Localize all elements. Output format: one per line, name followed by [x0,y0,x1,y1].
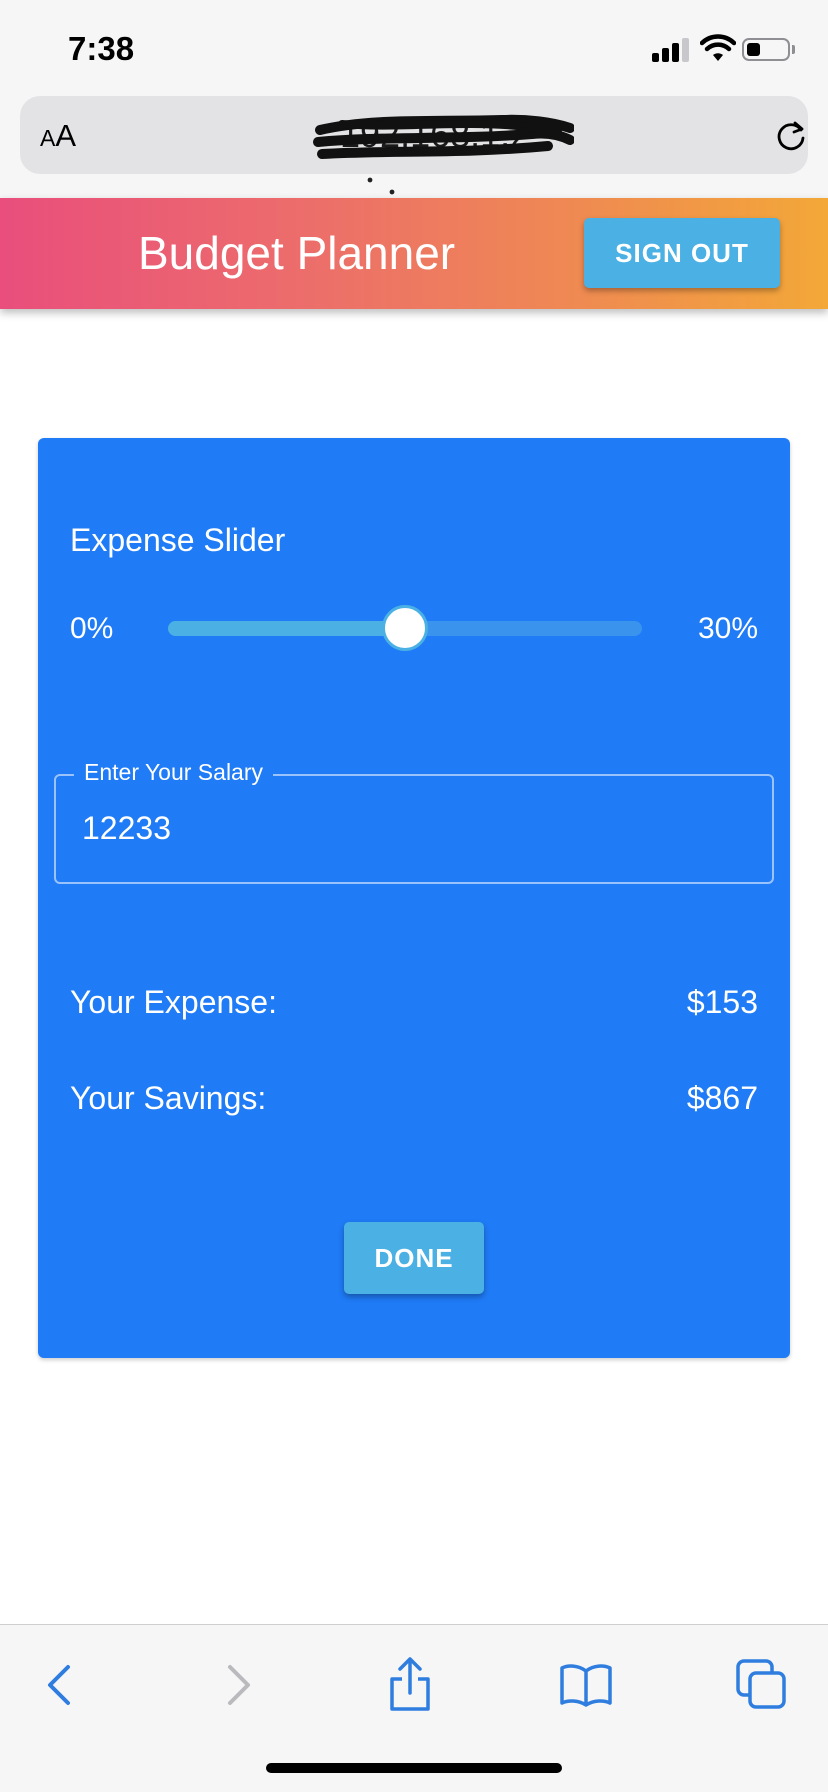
slider-max-label: 30% [697,612,758,645]
salary-input[interactable]: Enter Your Salary 12233 [54,759,774,884]
home-indicator [266,1763,562,1773]
cellular-signal-icon [652,38,690,62]
battery-icon [742,38,790,61]
expense-slider[interactable] [168,605,642,651]
done-button[interactable]: DONE [344,1222,484,1294]
browser-toolbar [0,1624,828,1792]
slider-thumb[interactable] [382,605,428,651]
share-icon[interactable] [380,1655,440,1715]
salary-input-label: Enter Your Salary [74,759,274,786]
reload-icon[interactable] [773,118,809,154]
savings-value: $867 [686,1080,758,1116]
savings-label: Your Savings: [70,1080,267,1116]
tabs-icon[interactable] [732,1655,792,1715]
text-size-button[interactable]: AA [40,118,76,154]
status-bar: 7:38 [0,0,828,96]
expense-slider-label: Expense Slider [70,522,286,558]
status-time: 7:38 [68,30,135,67]
forward-icon [228,1665,250,1705]
expense-value: $153 [686,984,758,1020]
browser-url-area: AA 192.168.1.2 [0,96,828,198]
sign-out-button[interactable]: SIGN OUT [584,218,780,288]
page-dots-indicator [367,177,395,195]
expense-label: Your Expense: [70,984,277,1020]
budget-card: Expense Slider 0% 30% Enter Your Salary … [38,438,790,1358]
address-bar[interactable]: AA 192.168.1.2 [20,96,808,174]
salary-input-value[interactable]: 12233 [82,810,171,847]
bookmarks-icon[interactable] [556,1655,616,1715]
slider-fill [168,621,405,636]
app-header: Budget Planner SIGN OUT [0,198,828,309]
wifi-icon [700,34,736,61]
slider-min-label: 0% [70,612,114,645]
redaction-scribble [313,114,574,159]
app-title: Budget Planner [138,227,456,279]
back-icon[interactable] [32,1655,92,1715]
battery-nub [792,45,795,54]
